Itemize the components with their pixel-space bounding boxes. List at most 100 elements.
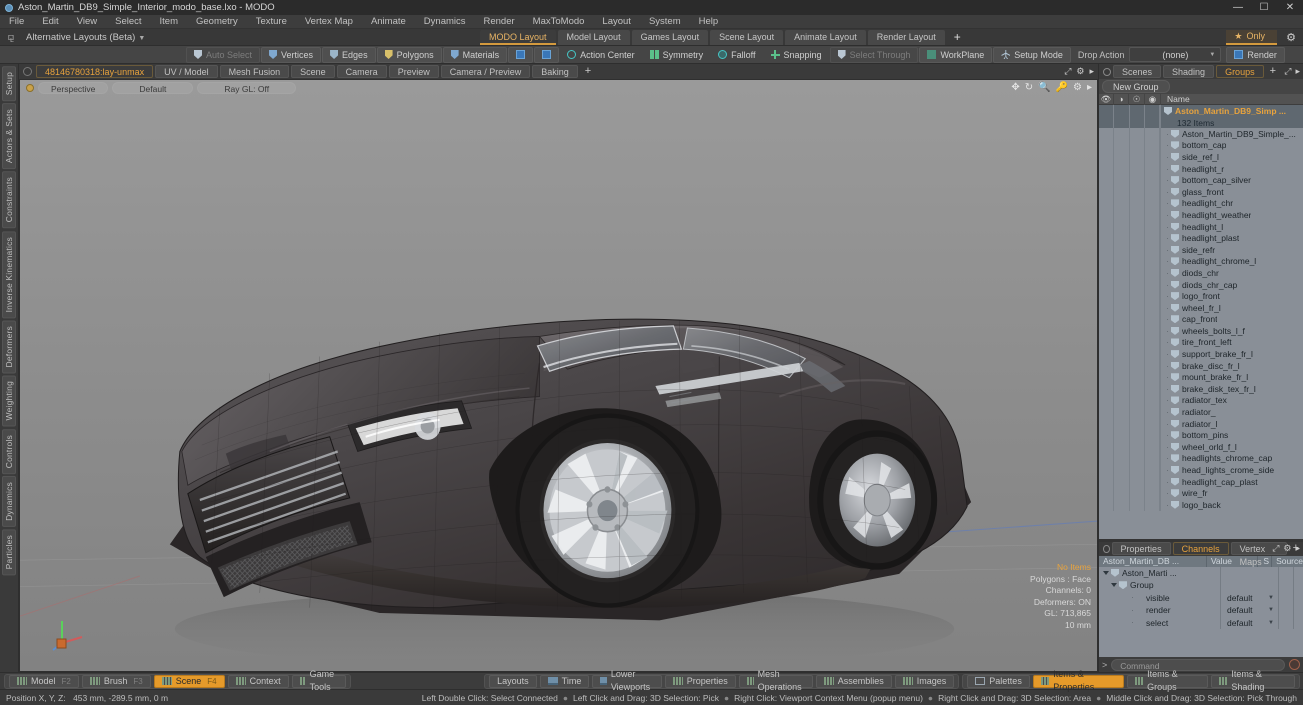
list-item[interactable]: · logo_front [1099,290,1303,302]
bottom-button-items-shading[interactable]: Items & Shading [1210,669,1295,692]
add-layout-tab-button[interactable]: + [947,30,968,45]
expand-icon[interactable] [1103,570,1109,575]
expand-icon[interactable]: · [1164,211,1171,220]
menu-help[interactable]: Help [690,15,728,29]
viewport-raygl-toggle[interactable]: Ray GL: Off [197,82,297,94]
list-item[interactable]: · radiator_l [1099,417,1303,430]
lock-icon[interactable]: ☉ [1129,93,1145,105]
add-viewport-tab-button[interactable]: + [580,65,596,78]
expand-icon[interactable]: · [1164,443,1171,452]
gear-icon[interactable]: ⚙ [1282,30,1300,45]
bottom-button-time[interactable]: Time [539,674,590,688]
3d-viewport[interactable]: Perspective Default Ray GL: Off ✥ ↻ 🔍 🔑 … [19,79,1098,672]
list-item[interactable]: · radiator_ [1099,406,1303,418]
viewport-shading-mode[interactable]: Default [112,82,194,94]
key-icon[interactable]: 🔑 [1056,82,1068,93]
panel-menu-icon[interactable] [1103,544,1110,553]
expand-icon[interactable]: · [1164,338,1171,347]
polygons-button[interactable]: Polygons [376,46,442,63]
list-item[interactable]: · headlight_r [1099,162,1303,175]
expand-icon[interactable]: ⤢ [1284,66,1291,77]
expand-icon[interactable]: · [1164,304,1171,313]
axis-gizmo[interactable] [50,615,88,653]
expand-icon[interactable]: · [1164,373,1171,382]
auto-select-button[interactable]: Auto Select [186,46,261,63]
pin-icon[interactable]: ⚼ [0,32,22,43]
menu-animate[interactable]: Animate [362,15,415,29]
falloff-button[interactable]: Falloff [711,47,762,63]
menu-system[interactable]: System [640,15,690,29]
tab-groups[interactable]: Groups [1216,65,1264,78]
bottom-button-items-properties[interactable]: Items & Properties [1032,669,1124,692]
bottom-button-properties[interactable]: Properties [664,674,736,688]
list-item[interactable]: · bottom_pins [1099,429,1303,442]
sidebar-item-constraints[interactable]: Constraints [2,171,16,229]
tab-shading[interactable]: Shading [1163,65,1215,78]
tab-camera-preview[interactable]: Camera / Preview [440,65,531,78]
drop-action-select[interactable]: (none) ▼ [1129,47,1222,62]
gear-icon[interactable]: ⚙ [1283,543,1291,554]
menu-item[interactable]: Item [151,15,187,29]
bottom-button-lower-viewports[interactable]: Lower Viewports [592,669,662,692]
expand-icon[interactable]: · [1164,257,1171,266]
list-item[interactable]: · headlight_plast [1099,232,1303,244]
list-item[interactable]: · glass_front [1099,185,1303,198]
tab-scene-layout[interactable]: Scene Layout [710,30,784,45]
expand-icon[interactable] [1111,583,1117,588]
expand-icon[interactable]: · [1164,385,1171,394]
menu-edit[interactable]: Edit [33,15,67,29]
expand-icon[interactable]: · [1164,223,1171,232]
expand-icon[interactable]: · [1164,431,1171,440]
bottom-button-items-groups[interactable]: Items & Groups [1126,669,1208,692]
expand-icon[interactable]: · [1164,269,1171,278]
channel-row-group[interactable]: Group [1099,579,1303,592]
expand-icon[interactable]: · [1164,466,1171,475]
tab-render-layout[interactable]: Render Layout [867,30,945,45]
symmetry-button[interactable]: Symmetry [643,47,711,63]
bottom-button-game-tools[interactable]: Game Tools [291,669,347,692]
list-item[interactable]: · headlights_chrome_cap [1099,452,1303,465]
expand-icon[interactable]: · [1164,420,1171,429]
list-item[interactable]: · side_ref_l [1099,151,1303,163]
list-item[interactable]: · tire_front_left [1099,336,1303,349]
list-item[interactable]: · headlight_l [1099,220,1303,233]
tab-properties[interactable]: Properties [1111,542,1171,556]
channel-row-visible[interactable]: · visible default ▼ [1099,591,1303,605]
select-through-button[interactable]: Select Through [829,46,919,63]
visibility-icon[interactable]: 👁 [1099,93,1114,105]
expand-icon[interactable]: · [1164,141,1171,150]
expand-icon[interactable]: · [1164,454,1171,463]
expand-icon[interactable]: · [1164,234,1171,243]
sidebar-item-particles[interactable]: Particles [2,529,16,576]
gear-icon[interactable]: ⚙ [1076,66,1084,77]
rotate-icon[interactable]: ↻ [1025,82,1033,93]
bottom-button-assemblies[interactable]: Assemblies [815,674,892,688]
new-group-button[interactable]: New Group [1102,80,1170,93]
pan-icon[interactable]: ✥ [1011,82,1019,93]
select-icon[interactable]: ◉ [1145,93,1161,105]
list-item[interactable]: · wheel_fr_l [1099,301,1303,314]
edges-button[interactable]: Edges [322,46,376,63]
expand-icon[interactable]: · [1164,130,1171,139]
list-item[interactable]: · brake_disc_fr_l [1099,359,1303,372]
list-item[interactable]: · headlight_weather [1099,209,1303,221]
chevron-right-icon[interactable]: ▸ [1089,66,1094,77]
sidebar-item-weighting[interactable]: Weighting [2,375,16,427]
vertices-button[interactable]: Vertices [261,46,322,63]
expand-icon[interactable]: · [1164,408,1171,417]
expand-icon[interactable]: ⤢ [1064,66,1071,77]
list-item[interactable]: · wheel_orld_f_l [1099,441,1303,453]
item-list[interactable]: Aston_Martin_DB9_Simp ... 132 Items · Ast… [1099,105,1303,539]
expand-icon[interactable]: · [1164,246,1171,255]
only-toggle-button[interactable]: ★ Only [1226,30,1277,45]
list-item[interactable]: · headlight_chr [1099,197,1303,210]
tab-camera[interactable]: Camera [336,65,387,78]
menu-view[interactable]: View [68,15,106,29]
bottom-button-images[interactable]: Images [894,674,955,688]
render-button[interactable]: Render [1226,46,1285,63]
tab-preview[interactable]: Preview [388,65,439,78]
sidebar-item-setup[interactable]: Setup [2,66,16,102]
list-item-selected-group[interactable]: Aston_Martin_DB9_Simp ... [1099,105,1303,117]
tab-baking[interactable]: Baking [532,65,578,78]
menu-render[interactable]: Render [475,15,524,29]
